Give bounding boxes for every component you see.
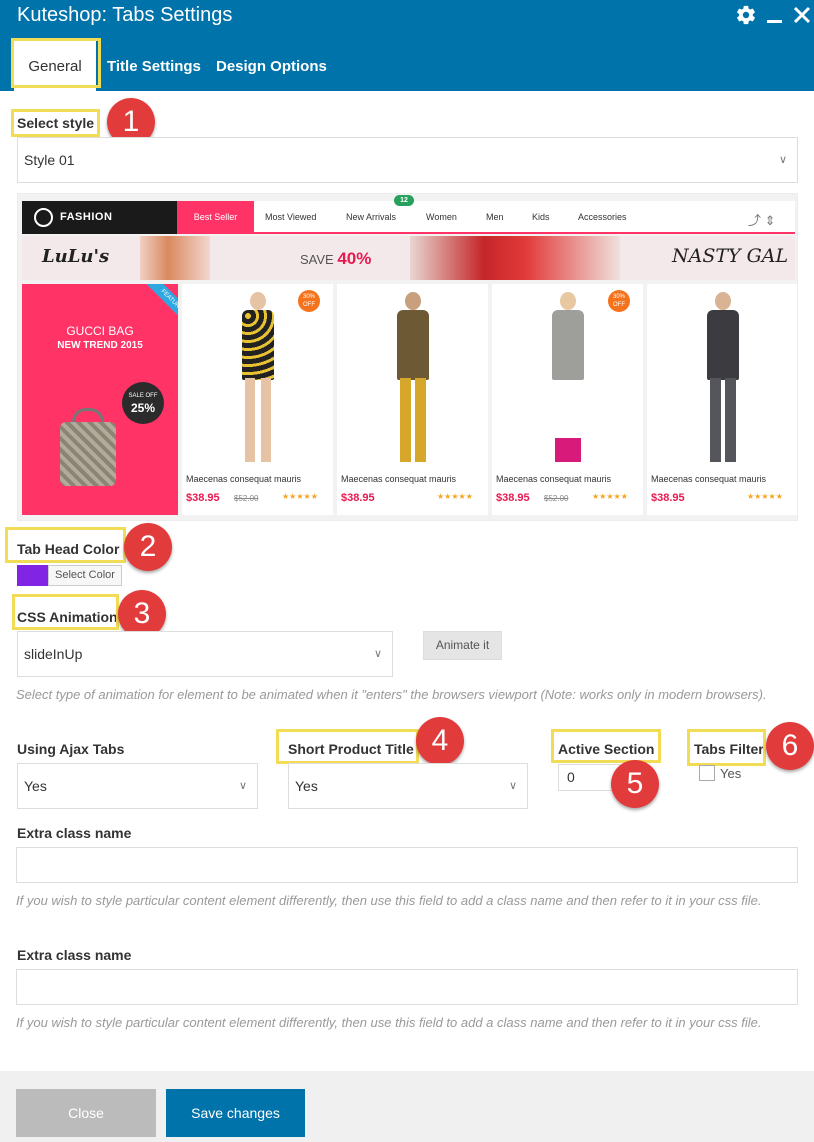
sale-value: 25%	[130, 401, 156, 415]
preview-banner: LuLu's SAVE 40% NASTY GAL	[22, 236, 795, 280]
badge-2: 2	[124, 523, 172, 571]
product-name: Maecenas consequat mauris	[496, 474, 612, 484]
banner-save: SAVE 40%	[300, 249, 371, 269]
discount-badge: 30% OFF	[608, 290, 630, 312]
ajax-tabs-select[interactable]: Yes ∨	[17, 763, 258, 809]
minimize-icon[interactable]	[764, 4, 786, 26]
animate-it-button[interactable]: Animate it	[423, 631, 502, 660]
style-preview-image: FASHION Best Seller Most Viewed New Arri…	[17, 193, 798, 521]
preview-tab-kids: Kids	[532, 212, 550, 222]
promo-title: GUCCI BAG	[66, 324, 134, 338]
product-card: Maecenas consequat mauris $38.95 ★★★★★	[337, 284, 488, 515]
badge-4: 4	[416, 717, 464, 765]
short-title-value: Yes	[295, 778, 318, 794]
select-style-label: Select style	[17, 115, 95, 131]
product-rating: ★★★★★	[592, 492, 628, 501]
preview-tab-accessories: Accessories	[578, 212, 627, 222]
product-image	[375, 292, 451, 470]
animation-help-text: Select type of animation for element to …	[16, 687, 767, 702]
tab-head-color-label: Tab Head Color	[17, 541, 120, 557]
animation-select-value: slideInUp	[24, 646, 83, 662]
banner-model-image-2	[410, 236, 620, 280]
gear-icon[interactable]	[735, 4, 757, 26]
badge-5: 5	[611, 760, 659, 808]
color-swatch[interactable]	[17, 565, 48, 586]
banner-logo-left: LuLu's	[42, 246, 110, 267]
extra-class-input-2[interactable]	[16, 969, 798, 1005]
preview-tab-new-arrivals: New Arrivals	[346, 212, 397, 222]
product-image	[530, 292, 606, 470]
chevron-down-icon: ∨	[238, 780, 247, 792]
product-rating: ★★★★★	[747, 492, 783, 501]
short-title-select[interactable]: Yes ∨	[288, 763, 528, 809]
close-icon[interactable]	[791, 4, 813, 26]
banner-save-value: 40%	[337, 249, 372, 268]
extra-class-input[interactable]	[16, 847, 798, 883]
animation-select[interactable]: slideInUp ∨	[17, 631, 393, 677]
tab-general[interactable]: General	[14, 41, 96, 91]
style-select[interactable]: Style 01 ∨	[17, 137, 798, 183]
new-count-badge: 12	[394, 195, 414, 206]
preview-tab-women: Women	[426, 212, 457, 222]
extra-class-label-2: Extra class name	[17, 947, 132, 963]
chevron-down-icon: ∨	[778, 154, 787, 166]
sale-text: SALE OFF	[128, 393, 158, 399]
tabs-filter-checkbox[interactable]	[699, 765, 715, 781]
preview-arrows-icon: ⤴ ⇕	[748, 213, 776, 228]
preview-tab-men: Men	[486, 212, 504, 222]
preview-tab-best-seller: Best Seller	[177, 201, 254, 234]
sale-badge: SALE OFF 25%	[122, 382, 164, 424]
preview-tab-most-viewed: Most Viewed	[265, 212, 317, 222]
product-card: Maecenas consequat mauris $38.95 ★★★★★	[647, 284, 797, 515]
product-price: $38.95	[186, 492, 220, 504]
product-old-price: $52.00	[544, 494, 569, 503]
tabs-filter-option: Yes	[720, 766, 742, 781]
product-name: Maecenas consequat mauris	[651, 474, 767, 484]
bag-image	[60, 422, 116, 486]
css-animation-label: CSS Animation	[17, 609, 118, 625]
banner-logo-right: NASTY GAL	[672, 245, 789, 267]
product-card: 30% OFF Maecenas consequat mauris $38.95…	[182, 284, 333, 515]
ajax-tabs-label: Using Ajax Tabs	[17, 741, 125, 757]
product-name: Maecenas consequat mauris	[341, 474, 457, 484]
chevron-down-icon: ∨	[508, 780, 517, 792]
product-price: $38.95	[496, 492, 530, 504]
product-old-price: $52.00	[234, 494, 259, 503]
product-price: $38.95	[651, 492, 685, 504]
dialog-header: Kuteshop: Tabs Settings General Title Se…	[0, 0, 814, 91]
banner-model-image	[140, 236, 210, 280]
product-name: Maecenas consequat mauris	[186, 474, 302, 484]
preview-tab-bar: FASHION Best Seller Most Viewed New Arri…	[22, 195, 795, 234]
product-price: $38.95	[341, 492, 375, 504]
short-title-label: Short Product Title	[288, 741, 414, 757]
banner-save-text: SAVE	[300, 252, 334, 267]
tab-design-options[interactable]: Design Options	[216, 58, 327, 76]
product-image	[685, 292, 761, 470]
extra-class-help: If you wish to style particular content …	[16, 893, 762, 908]
select-color-button[interactable]: Select Color	[48, 565, 122, 586]
discount-badge: 30% OFF	[298, 290, 320, 312]
style-select-value: Style 01	[24, 152, 75, 168]
ajax-tabs-value: Yes	[24, 778, 47, 794]
product-image	[220, 292, 296, 470]
product-rating: ★★★★★	[437, 492, 473, 501]
close-button[interactable]: Close	[16, 1089, 156, 1137]
dialog-title: Kuteshop: Tabs Settings	[17, 4, 233, 26]
extra-class-help-2: If you wish to style particular content …	[16, 1015, 762, 1030]
brand-logo-icon	[34, 208, 53, 227]
badge-6: 6	[766, 722, 814, 770]
save-changes-button[interactable]: Save changes	[166, 1089, 305, 1137]
tabs-filter-label: Tabs Filter	[694, 741, 764, 757]
chevron-down-icon: ∨	[373, 648, 382, 660]
product-card: 30% OFF Maecenas consequat mauris $38.95…	[492, 284, 643, 515]
active-section-label: Active Section	[558, 741, 655, 757]
extra-class-label: Extra class name	[17, 825, 132, 841]
tab-title-settings[interactable]: Title Settings	[107, 58, 201, 76]
promo-panel: FEATURED GUCCI BAG NEW TREND 2015 SALE O…	[22, 284, 178, 515]
product-rating: ★★★★★	[282, 492, 318, 501]
promo-subtitle: NEW TREND 2015	[57, 340, 143, 351]
